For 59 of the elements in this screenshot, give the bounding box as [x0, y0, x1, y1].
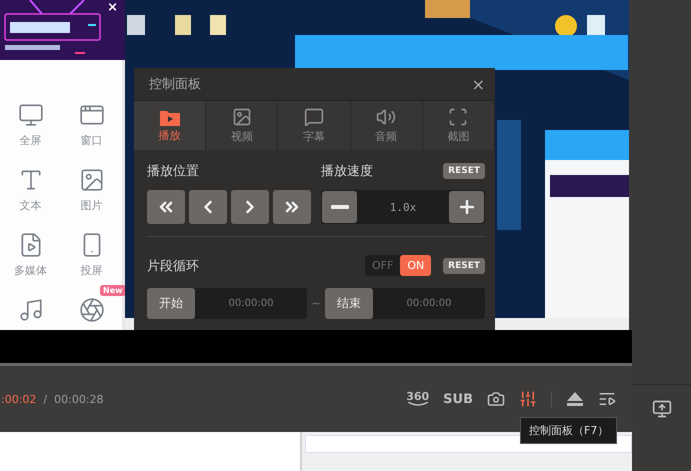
start-time-field[interactable]: 开始 00:00:00	[147, 288, 307, 319]
start-button[interactable]: 开始	[147, 288, 195, 319]
panel-tab[interactable]: 音频	[350, 101, 423, 150]
music-icon[interactable]	[18, 297, 44, 323]
play-folder-icon	[160, 108, 180, 126]
seek-button[interactable]	[147, 190, 185, 224]
minus-icon	[330, 205, 348, 209]
vr-360-button[interactable]: 360	[406, 391, 430, 407]
new-badge: New	[100, 285, 126, 296]
time-separator: /	[43, 392, 48, 406]
end-button[interactable]: 结束	[325, 288, 373, 319]
tool-label[interactable]: 文本	[20, 198, 42, 213]
image-icon[interactable]	[78, 167, 104, 193]
section-label: 播放速度	[321, 163, 373, 180]
speed-value: 1.0x	[390, 200, 416, 214]
speaker-icon	[376, 107, 396, 127]
eject-icon[interactable]	[566, 391, 584, 407]
subtitle-button[interactable]: SUB	[443, 392, 473, 406]
tooltip: 控制面板（F7）	[520, 417, 618, 444]
section-label: 片段循环	[147, 258, 199, 274]
progress-track[interactable]	[0, 363, 632, 366]
rotate-arc-icon	[406, 402, 429, 407]
tool-label[interactable]: 全屏	[20, 133, 42, 148]
seek-button[interactable]	[273, 190, 311, 224]
seek-button[interactable]	[189, 190, 227, 224]
speech-bubble-icon	[304, 107, 324, 127]
time-value: 00:00:00	[406, 298, 452, 309]
tool-label[interactable]: 多媒体	[14, 263, 47, 278]
cast-screen-icon[interactable]	[652, 399, 672, 419]
aperture-icon[interactable]	[78, 297, 104, 323]
panel-tab[interactable]: 字幕	[278, 101, 351, 150]
tool-label[interactable]: 窗口	[80, 133, 102, 148]
crop-frame-icon	[448, 107, 468, 127]
reset-button[interactable]: RESET	[443, 163, 485, 179]
off-option[interactable]: OFF	[365, 255, 400, 276]
panel-title: 控制面板	[149, 76, 201, 93]
on-option[interactable]: ON	[400, 255, 432, 276]
end-time-field[interactable]: 结束 00:00:00	[325, 288, 485, 319]
image-icon	[232, 107, 252, 127]
panel-tab[interactable]: 视频	[206, 101, 278, 150]
range-separator: ~	[311, 297, 321, 310]
decrease-button[interactable]	[322, 191, 357, 223]
time-value: 00:00:00	[228, 298, 274, 309]
panel-tab[interactable]: 截图	[422, 101, 496, 150]
close-icon[interactable]: ×	[472, 74, 485, 94]
monitor-icon[interactable]	[18, 102, 44, 128]
sliders-icon[interactable]	[519, 390, 537, 408]
playlist-icon[interactable]	[598, 390, 616, 408]
loop-toggle[interactable]: OFF ON	[365, 255, 432, 276]
camera-icon[interactable]	[487, 390, 505, 408]
section-label: 播放位置	[147, 163, 199, 180]
tool-label[interactable]: 投屏	[80, 263, 102, 278]
seek-button[interactable]	[231, 190, 269, 224]
increase-button[interactable]	[449, 191, 484, 223]
reset-button[interactable]: RESET	[443, 258, 485, 274]
current-time: :00:02	[1, 392, 36, 406]
total-time: 00:00:28	[54, 392, 104, 406]
tool-label[interactable]: 图片	[80, 198, 102, 213]
panel-tab[interactable]: 播放	[134, 101, 206, 150]
